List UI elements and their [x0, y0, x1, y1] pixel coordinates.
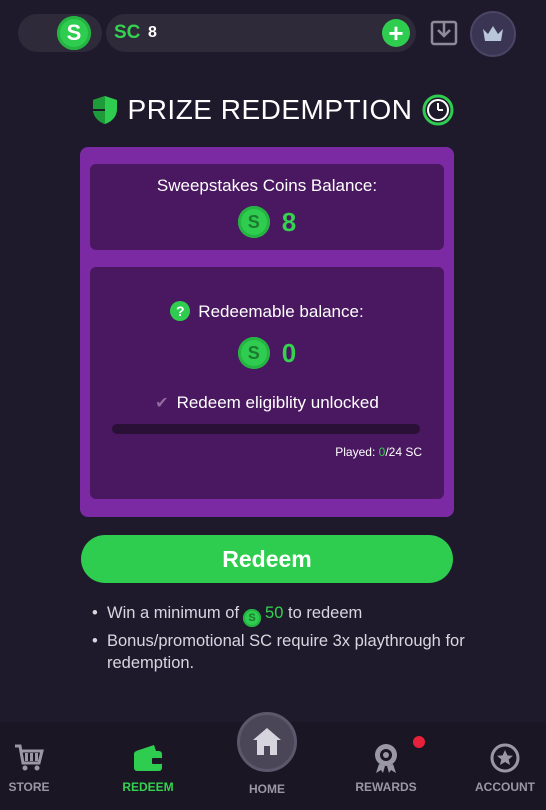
redeemable-label: Redeemable balance: [198, 302, 364, 321]
nav-account[interactable]: ACCOUNT [460, 742, 546, 794]
download-icon[interactable] [430, 19, 458, 47]
vip-crown-button[interactable] [470, 11, 516, 57]
medal-icon [375, 744, 397, 773]
sc-label: SC [114, 22, 141, 43]
minimum-note-prefix: Win a minimum of [107, 604, 240, 622]
checkmark-icon: ✔ [155, 395, 169, 412]
cart-icon [15, 744, 44, 771]
sc-balance-row: S 8 [90, 206, 444, 238]
wallet-icon [134, 745, 162, 771]
sweepstakes-coin-icon[interactable]: S [57, 16, 91, 50]
add-coins-button[interactable]: + [382, 19, 410, 47]
bonus-note: Bonus/promotional SC require 3x playthro… [92, 630, 472, 674]
sc-coin-icon: S [237, 206, 270, 238]
clock-icon[interactable] [422, 94, 454, 126]
nav-redeem[interactable]: REDEEM [103, 742, 193, 794]
redeemable-coin-icon: S [237, 337, 270, 369]
home-icon [253, 728, 281, 755]
crown-icon [483, 26, 503, 41]
nav-rewards[interactable]: REWARDS [341, 742, 431, 794]
help-icon[interactable]: ? [170, 301, 191, 321]
eligibility-label: Redeem eligiblity unlocked [176, 393, 379, 412]
nav-account-label: ACCOUNT [475, 780, 535, 794]
page-title: PRIZE REDEMPTION [127, 94, 413, 125]
played-counter: Played: 0/24 SC [335, 445, 422, 459]
played-prefix: Played: [335, 445, 379, 459]
redeemable-balance-row: S 0 [90, 337, 444, 369]
rewards-notification-dot [413, 736, 425, 748]
account-star-icon [490, 743, 520, 773]
minimum-note: Win a minimum ofS50 to redeem [92, 602, 472, 627]
sc-value: 8 [148, 24, 157, 41]
redeemable-panel: ? Redeemable balance: S 0 ✔ Redeem eligib… [90, 267, 444, 499]
nav-redeem-label: REDEEM [122, 780, 174, 794]
eligibility-row: ✔ Redeem eligiblity unlocked [90, 393, 444, 413]
coin-icon: S [243, 609, 262, 627]
minimum-amount: 50 [265, 604, 284, 622]
page-title-row: PRIZE REDEMPTION [0, 90, 546, 130]
sc-balance-panel: Sweepstakes Coins Balance: S 8 [90, 164, 444, 250]
nav-home-button[interactable] [237, 712, 297, 772]
played-suffix: /24 SC [385, 445, 422, 459]
sc-balance-label: Sweepstakes Coins Balance: [156, 176, 378, 195]
minimum-note-suffix: to redeem [287, 604, 363, 622]
shield-icon [92, 96, 117, 124]
redemption-card: Sweepstakes Coins Balance: S 8 ? Redeemab… [80, 147, 454, 517]
playthrough-progress-bar [112, 424, 420, 434]
top-bar: S SC 8 + [0, 0, 546, 70]
redeem-button[interactable]: Redeem [81, 535, 453, 583]
redeemable-balance-value: 0 [281, 337, 297, 368]
redeemable-label-row: ? Redeemable balance: [90, 301, 444, 322]
nav-rewards-label: REWARDS [355, 780, 417, 794]
redemption-notes: Win a minimum ofS50 to redeem Bonus/prom… [92, 602, 472, 677]
nav-home-label: HOME [249, 782, 285, 796]
nav-store[interactable]: STORE [0, 742, 74, 794]
nav-store-label: STORE [8, 780, 50, 794]
sc-balance-value: 8 [281, 206, 297, 237]
